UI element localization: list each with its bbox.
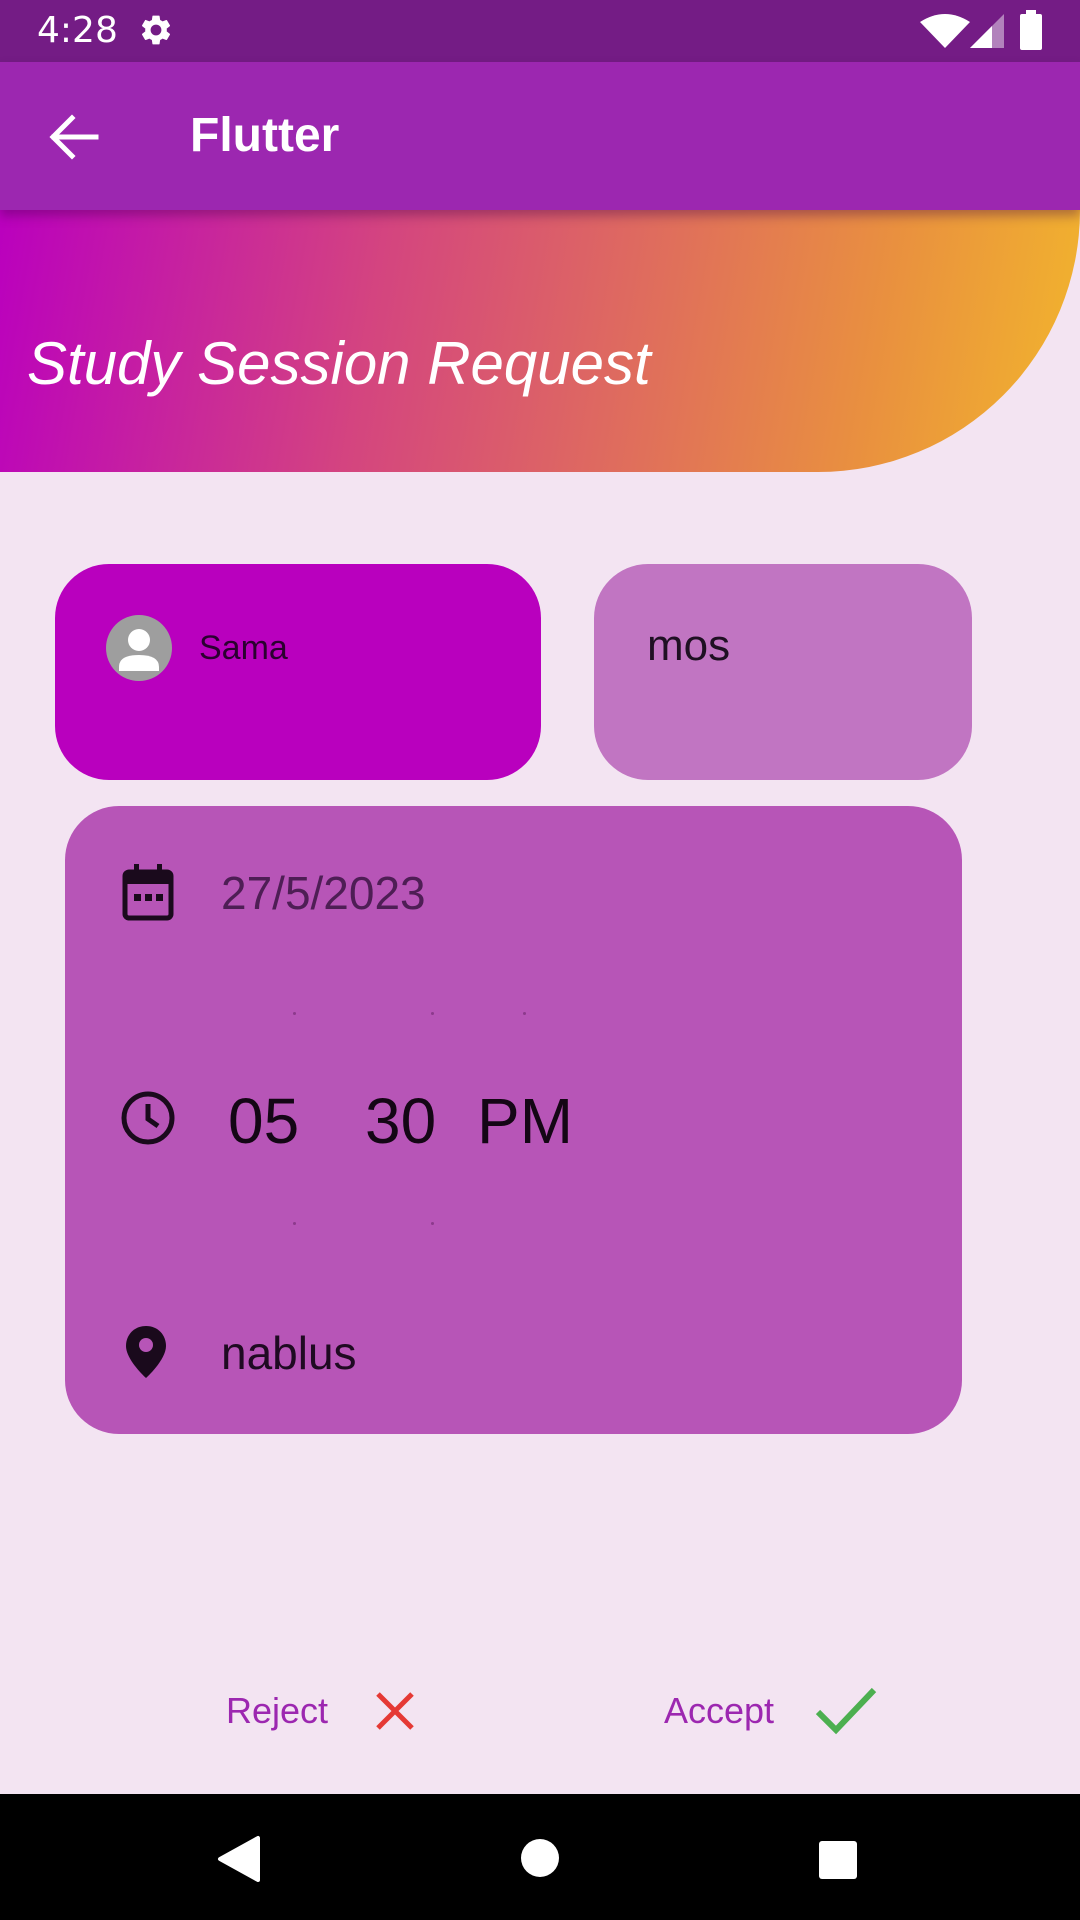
- picker-divider-dot: [293, 1012, 296, 1015]
- settings-icon: [141, 15, 171, 45]
- check-icon: [815, 1687, 877, 1735]
- calendar-icon: [122, 864, 174, 921]
- picker-divider-dot: [293, 1222, 296, 1225]
- picker-divider-dot: [431, 1012, 434, 1015]
- person-icon: [106, 615, 172, 681]
- reject-label: Reject: [226, 1690, 329, 1731]
- navigation-bar: [0, 1794, 1080, 1920]
- accept-button[interactable]: Accept: [650, 1676, 890, 1740]
- reject-button[interactable]: Reject: [210, 1680, 430, 1740]
- time-hour[interactable]: 05: [228, 1084, 299, 1158]
- session-date[interactable]: 27/5/2023: [221, 866, 426, 920]
- page-title: Study Session Request: [27, 330, 651, 397]
- app-bar: Flutter: [0, 62, 1080, 210]
- app-title: Flutter: [190, 109, 340, 162]
- nav-back-icon[interactable]: [214, 1834, 262, 1884]
- header-banner: Study Session Request: [0, 210, 1080, 472]
- nav-recents-icon[interactable]: [818, 1840, 858, 1880]
- wifi-icon: [920, 14, 970, 48]
- sender-card[interactable]: Sama: [55, 564, 541, 780]
- course-name: mos: [647, 621, 731, 670]
- session-details-card: 27/5/2023 05 30 PM nablus: [65, 806, 962, 1434]
- status-time: 4:28: [37, 10, 118, 51]
- course-card[interactable]: mos: [594, 564, 972, 780]
- status-bar: 4:28: [0, 0, 1080, 62]
- picker-divider-dot: [431, 1222, 434, 1225]
- signal-icon: [970, 14, 1004, 48]
- nav-home-icon[interactable]: [520, 1838, 560, 1878]
- time-minute[interactable]: 30: [365, 1084, 436, 1158]
- close-icon: [376, 1692, 414, 1730]
- arrow-back-icon[interactable]: [46, 114, 100, 160]
- location-pin-icon: [126, 1326, 166, 1378]
- session-location[interactable]: nablus: [221, 1326, 357, 1380]
- battery-icon: [1020, 10, 1042, 50]
- time-period[interactable]: PM: [477, 1084, 573, 1158]
- picker-divider-dot: [523, 1012, 526, 1015]
- accept-label: Accept: [664, 1690, 775, 1731]
- clock-icon: [121, 1091, 175, 1145]
- sender-name: Sama: [199, 629, 288, 667]
